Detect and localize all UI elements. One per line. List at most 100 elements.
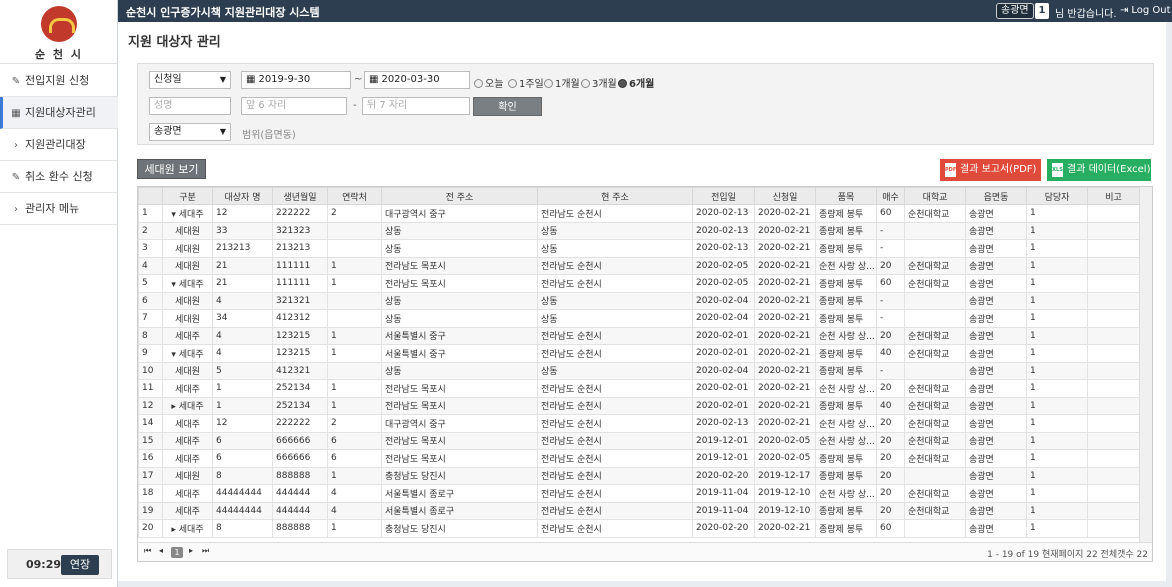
id-front-input[interactable]: 앞 6 자리	[241, 97, 347, 115]
table-cell: 순천대학교	[904, 501, 966, 520]
table-row[interactable]: 3 세대원 213213 213213 상동 상동 2020-02-13 2020-02-21…	[138, 239, 1140, 258]
current-page[interactable]: 1	[171, 547, 183, 558]
export-excel-button[interactable]: XLS 결과 데이터(Excel)	[1047, 159, 1151, 181]
table-cell: 전라남도 순천시	[537, 431, 693, 450]
region-value: 송광면	[154, 126, 182, 137]
prev-page-icon[interactable]: ◂	[159, 546, 163, 555]
table-cell: 6	[327, 431, 382, 450]
column-header[interactable]	[138, 187, 163, 205]
table-cell: 종량제 봉투	[815, 361, 877, 380]
column-header[interactable]: 비고	[1087, 187, 1140, 205]
column-header[interactable]: 매수	[876, 187, 905, 205]
table-row[interactable]: 15 세대주 6 666666 6 전라남도 목포시 전라남도 순천시 2019-12-01 2…	[138, 431, 1140, 450]
vertical-scrollbar[interactable]	[1139, 187, 1152, 542]
table-cell	[1087, 396, 1140, 415]
next-page-icon[interactable]: ▸	[189, 546, 193, 555]
table-cell: 종량제 봉투	[815, 519, 877, 538]
table-row[interactable]: 17 세대원 8 888888 1 충청남도 당진시 전라남도 순천시 2020-02-20 2…	[138, 466, 1140, 485]
table-cell: -	[876, 309, 905, 328]
export-pdf-button[interactable]: PDF 결과 보고서(PDF)	[940, 159, 1041, 181]
column-header[interactable]: 생년월일	[272, 187, 328, 205]
logout-button[interactable]: ⇥ Log Out	[1120, 5, 1171, 16]
pagination-info: 1 - 19 of 19 현재페이지 22 전체갯수 22	[987, 550, 1148, 560]
table-cell	[904, 221, 966, 240]
id-back-input[interactable]: 뒤 7 자리	[362, 97, 470, 115]
table-cell	[1087, 274, 1140, 293]
table-row[interactable]: 8 세대주 4 123215 1 서울특별시 중구 전라남도 순천시 2020-02-01 20…	[138, 326, 1140, 345]
name-input[interactable]: 성명	[149, 97, 231, 115]
table-cell: 전라남도 순천시	[537, 519, 693, 538]
table-cell: 순천대학교	[904, 449, 966, 468]
date-to-input[interactable]: ▦ 2020-03-30	[364, 71, 470, 89]
table-cell: 2020-02-01	[692, 379, 755, 398]
region-select[interactable]: 송광면 ▼	[149, 123, 231, 141]
column-header[interactable]: 전입일	[692, 187, 755, 205]
logo[interactable]: 순 천 시	[0, 0, 118, 64]
table-row[interactable]: 19 세대주 44444444 444444 4 서울특별시 종로구 전라남도 순천시 201…	[138, 501, 1140, 520]
table-cell: 2020-02-21	[754, 204, 816, 223]
sidebar-item-move-in-support[interactable]: ✎ 전입지원 신청	[0, 65, 118, 97]
table-row[interactable]: 16 세대주 6 666666 6 전라남도 목포시 전라남도 순천시 2019-12-01 2…	[138, 449, 1140, 468]
page-title: 지원 대상자 관리	[128, 35, 221, 50]
table-cell: 60	[876, 519, 905, 538]
column-header[interactable]: 품목	[815, 187, 877, 205]
period-radio-1month[interactable]: 1개월	[544, 75, 580, 90]
table-row[interactable]: 12 ▸ 세대주 1 252134 1 전라남도 목포시 전라남도 순천시 2020-02-0…	[138, 396, 1140, 415]
sidebar-item-target-management[interactable]: ▦ 지원대상자관리	[0, 97, 118, 129]
column-header[interactable]: 읍면동	[965, 187, 1027, 205]
table-cell	[1087, 344, 1140, 363]
table-row[interactable]: 2 세대원 33 321323 상동 상동 2020-02-13 2020-02-21 종량제 …	[138, 221, 1140, 240]
table-cell: 2020-02-05	[754, 431, 816, 450]
period-radio-6months[interactable]: 6개월	[618, 75, 654, 90]
table-row[interactable]: 11 세대주 1 252134 1 전라남도 목포시 전라남도 순천시 2020-02-01 2…	[138, 379, 1140, 398]
date-type-select[interactable]: 신청일 ▼	[149, 71, 231, 89]
user-name-badge[interactable]: 송광면	[996, 3, 1034, 19]
first-page-icon[interactable]: ⏮	[144, 546, 151, 556]
sidebar-item-cancel-refund[interactable]: ✎ 취소 환수 신청	[0, 161, 118, 193]
table-row[interactable]: 5 ▾ 세대주 21 111111 1 전라남도 목포시 전라남도 순천시 2020-02-0…	[138, 274, 1140, 293]
table-cell: 전라남도 목포시	[381, 396, 538, 415]
table-cell: -	[876, 239, 905, 258]
column-header[interactable]: 전 주소	[381, 187, 538, 205]
column-header[interactable]: 현 주소	[537, 187, 693, 205]
table-row[interactable]: 1 ▾ 세대주 12 222222 2 대구광역시 중구 전라남도 순천시 2020-02-1…	[138, 204, 1140, 223]
confirm-button[interactable]: 확인	[473, 97, 542, 116]
column-header[interactable]: 연락처	[327, 187, 382, 205]
column-header[interactable]: 신청일	[754, 187, 816, 205]
period-radio-3months[interactable]: 3개월	[581, 75, 617, 90]
table-cell: 60	[876, 204, 905, 223]
table-cell: 송광면	[965, 396, 1027, 415]
extend-session-button[interactable]: 연장	[61, 555, 99, 575]
table-cell	[1087, 256, 1140, 275]
table-cell: 종량제 봉투	[815, 466, 877, 485]
table-row[interactable]: 10 세대원 5 412321 상동 상동 2020-02-04 2020-02-21 종량제 …	[138, 361, 1140, 380]
column-header[interactable]: 대학교	[904, 187, 966, 205]
table-cell	[1087, 379, 1140, 398]
table-cell: 20	[876, 414, 905, 433]
sidebar-item-support-ledger[interactable]: › 지원관리대장	[0, 129, 118, 161]
table-row[interactable]: 9 ▾ 세대주 4 123215 1 서울특별시 중구 전라남도 순천시 2020-02-01…	[138, 344, 1140, 363]
table-cell: 송광면	[965, 239, 1027, 258]
table-row[interactable]: 4 세대원 21 111111 1 전라남도 목포시 전라남도 순천시 2020-02-05 2…	[138, 256, 1140, 275]
sidebar-item-admin-menu[interactable]: › 관리자 메뉴	[0, 193, 118, 225]
table-cell	[904, 519, 966, 538]
period-radio-today[interactable]: 오늘	[474, 75, 503, 90]
table-cell	[904, 309, 966, 328]
table-cell: 2020-02-21	[754, 361, 816, 380]
table-cell: 상동	[537, 221, 693, 240]
radio-icon	[581, 79, 590, 88]
table-row[interactable]: 7 세대원 34 412312 상동 상동 2020-02-04 2020-02-21 종량제 …	[138, 309, 1140, 328]
table-row[interactable]: 18 세대주 44444444 444444 4 서울특별시 종로구 전라남도 순천시 201…	[138, 484, 1140, 503]
table-row[interactable]: 6 세대원 4 321321 상동 상동 2020-02-04 2020-02-21 종량제 봉…	[138, 291, 1140, 310]
view-household-button[interactable]: 세대원 보기	[137, 159, 206, 179]
column-header[interactable]: 대상자 명	[212, 187, 273, 205]
period-radio-1week[interactable]: 1주일	[508, 75, 544, 90]
column-header[interactable]: 구분	[162, 187, 213, 205]
table-cell: 2020-02-21	[754, 256, 816, 275]
table-row[interactable]: 20 ▸ 세대주 8 888888 1 충청남도 당진시 전라남도 순천시 2020-02-2…	[138, 519, 1140, 538]
last-page-icon[interactable]: ⏭	[202, 546, 209, 556]
column-header[interactable]: 담당자	[1026, 187, 1088, 205]
date-from-input[interactable]: ▦ 2019-9-30	[241, 71, 351, 89]
table-cell: 송광면	[965, 501, 1027, 520]
table-row[interactable]: 14 세대주 12 222222 2 대구광역시 중구 전라남도 순천시 2020-02-13…	[138, 414, 1140, 433]
